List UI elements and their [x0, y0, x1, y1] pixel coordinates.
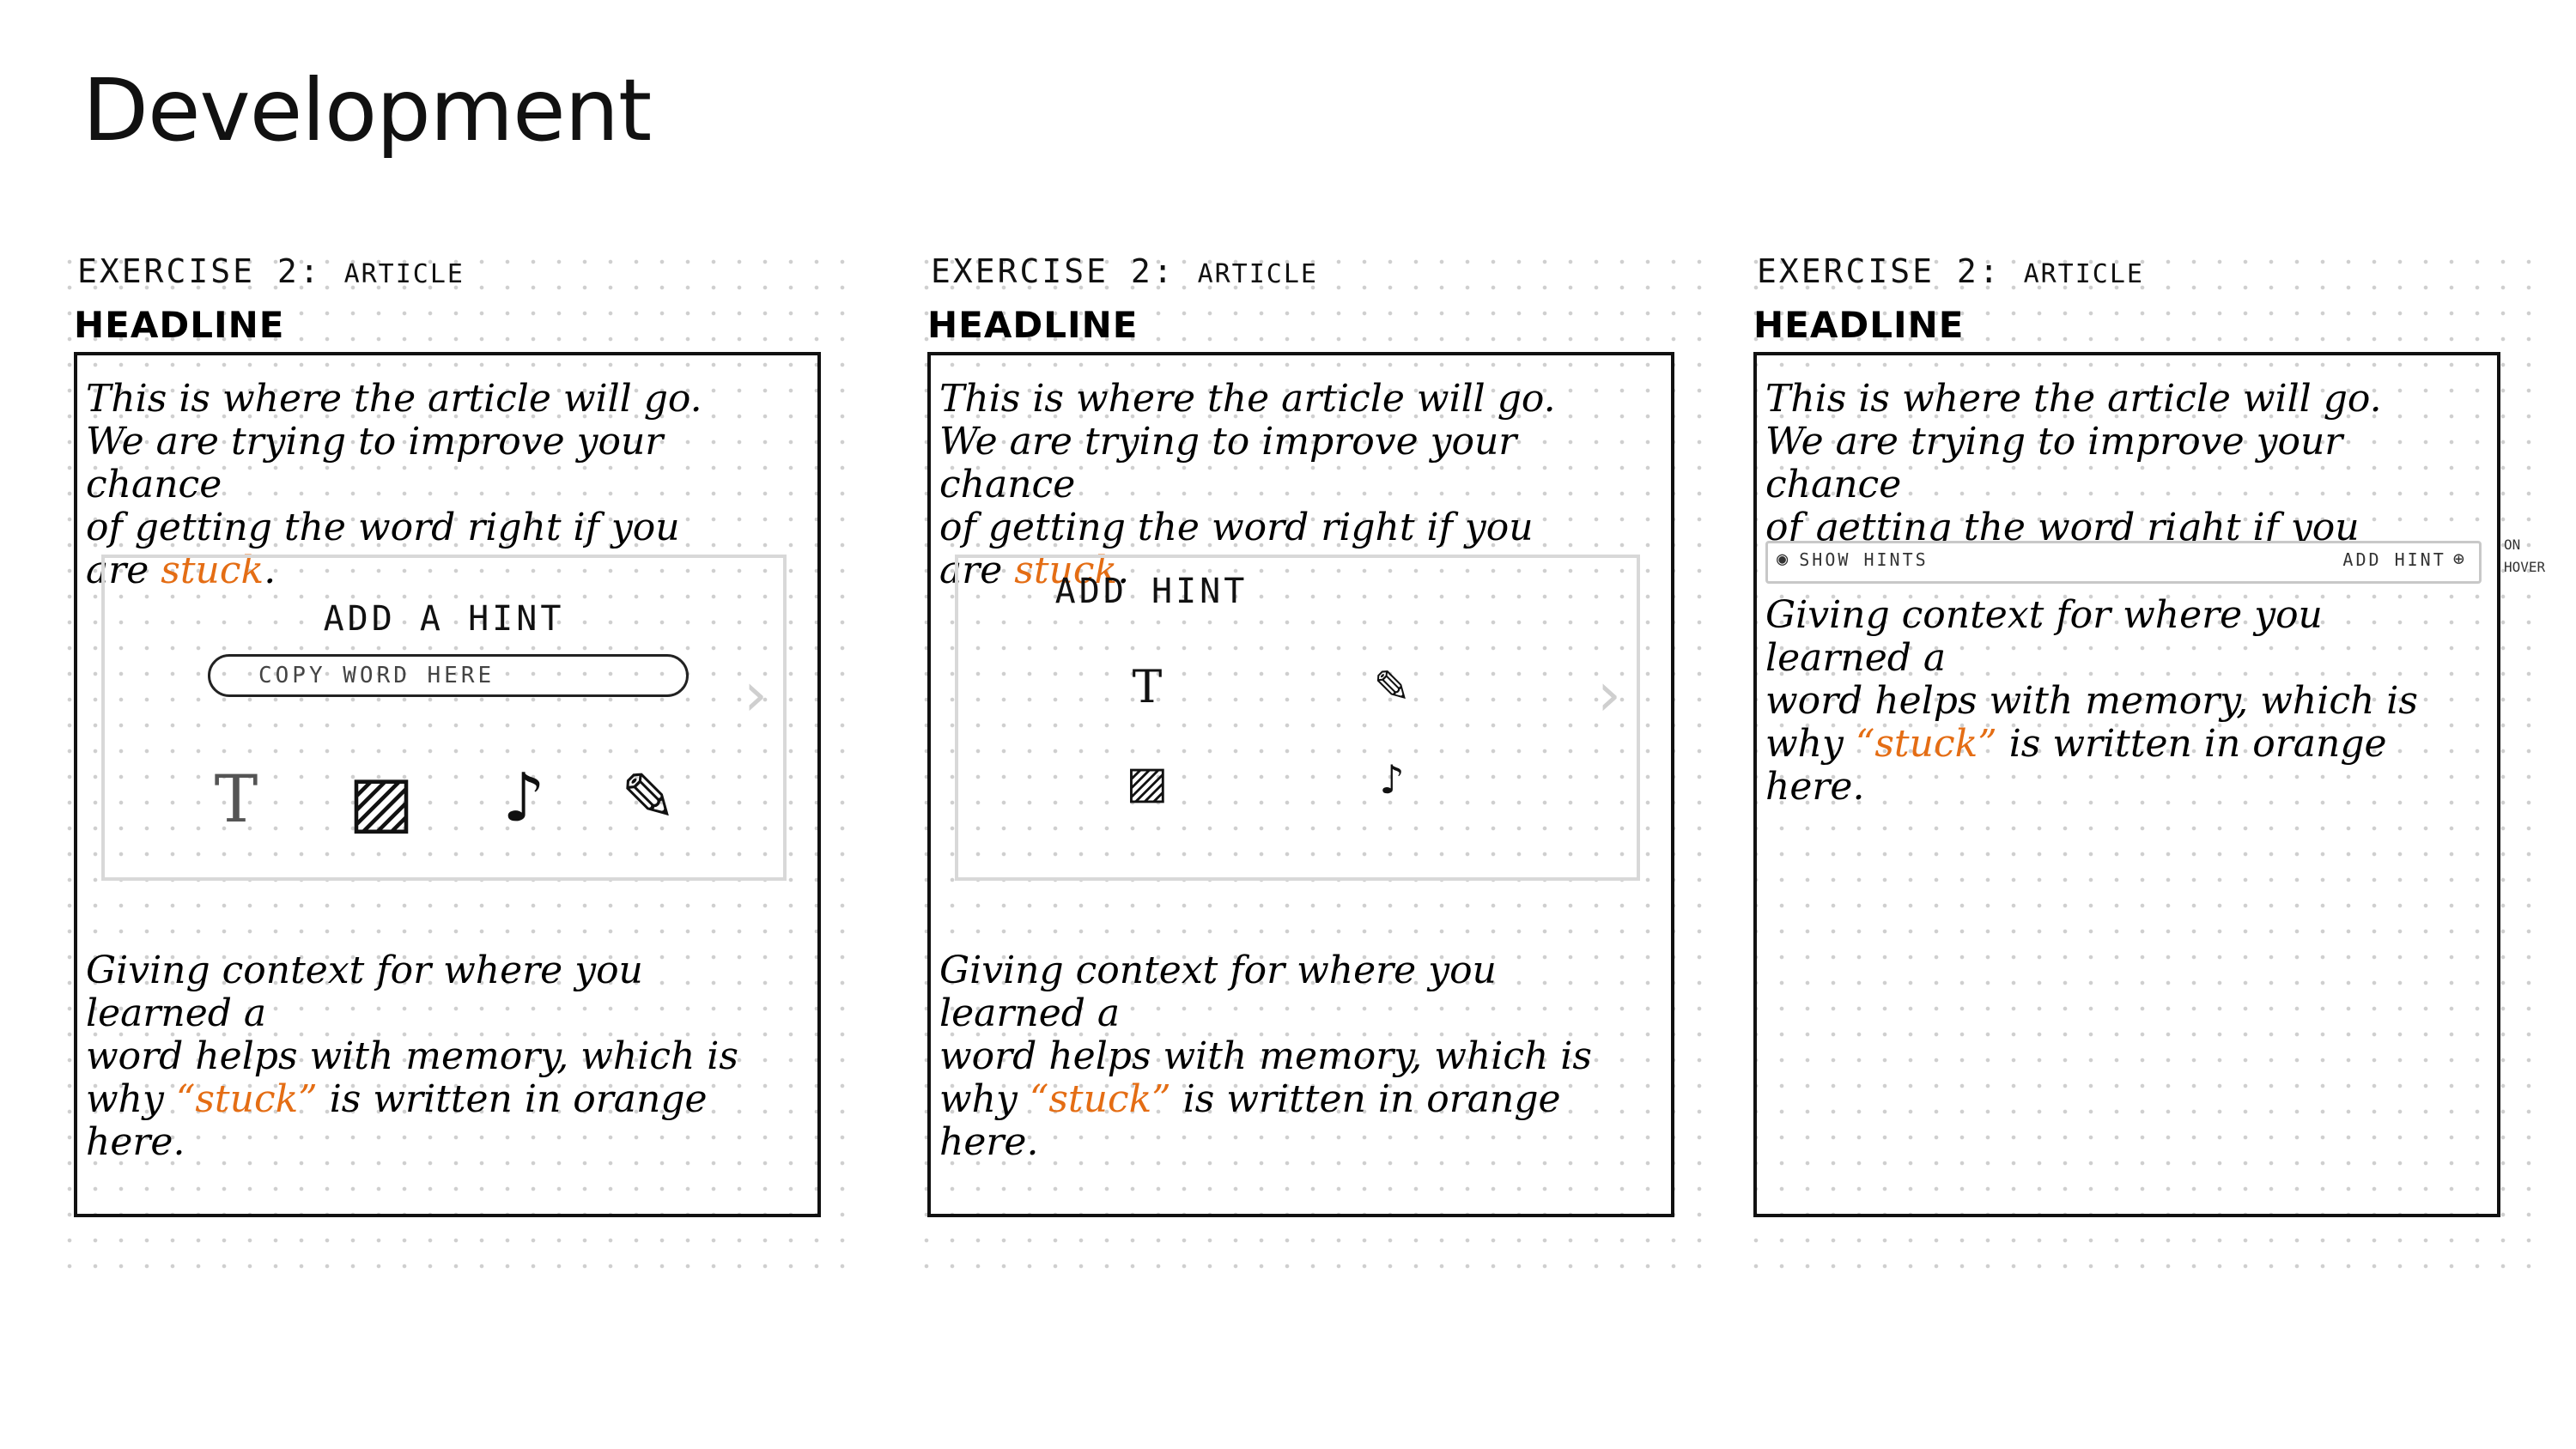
text-hint-icon[interactable]: T	[206, 761, 266, 837]
show-hints-label: SHOW HINTS	[1799, 549, 1929, 570]
context-text: Giving context for where you learned a w…	[939, 949, 1652, 1164]
exercise-type: ARTICLE	[343, 259, 465, 289]
context-line: Giving context for where you learned a	[86, 949, 643, 1035]
context-line: here.	[86, 1120, 185, 1164]
exercise-type: ARTICLE	[1197, 259, 1318, 289]
next-chevron-icon[interactable]: ›	[744, 659, 768, 730]
plus-circle-icon: ⊕	[2452, 549, 2467, 570]
context-line: Giving context for where you learned a	[1765, 593, 2323, 680]
article-line: We are trying to improve your chance	[1765, 420, 2343, 506]
context-line: is written in orange	[1996, 722, 2387, 766]
on-hover-annotation: ON HOVER	[2504, 534, 2564, 579]
add-hint-panel: ADD HINT T ✎ ▨ ♪	[955, 555, 1640, 881]
page-title: Development	[82, 60, 652, 161]
audio-hint-icon[interactable]: ♪	[498, 760, 550, 837]
add-hint-title: ADD A HINT	[323, 599, 565, 639]
draw-hint-icon[interactable]: ✎	[1362, 658, 1422, 718]
article-line: We are trying to improve your chance	[939, 420, 1517, 506]
headline: HEADLINE	[1753, 304, 1965, 346]
exercise-title: EXERCISE 2: ARTICLE	[1757, 252, 2144, 290]
article-line: of getting the word right if you	[939, 506, 1534, 549]
headline: HEADLINE	[927, 304, 1139, 346]
context-line: here.	[1765, 765, 1865, 809]
context-line: Giving context for where you learned a	[939, 949, 1497, 1035]
exercise-title: EXERCISE 2: ARTICLE	[77, 252, 465, 290]
exercise-type: ARTICLE	[2023, 259, 2144, 289]
annotation-line: HOVER	[2504, 559, 2546, 575]
copy-word-input[interactable]	[208, 654, 689, 697]
quoted-word: “stuck”	[175, 1077, 318, 1121]
article-frame: This is where the article will go. We ar…	[74, 352, 821, 1217]
article-frame: This is where the article will go. We ar…	[1753, 352, 2500, 1217]
context-text: Giving context for where you learned a w…	[86, 949, 799, 1164]
quoted-word: “stuck”	[1029, 1077, 1171, 1121]
image-hint-icon[interactable]: ▨	[347, 761, 416, 842]
quoted-word: “stuck”	[1855, 722, 1997, 766]
add-hint-title: ADD HINT	[1054, 572, 1249, 611]
context-text: Giving context for where you learned a w…	[1765, 594, 2478, 809]
annotation-line: ON	[2504, 537, 2521, 553]
image-hint-icon[interactable]: ▨	[1121, 757, 1173, 809]
article-line: This is where the article will go.	[86, 377, 702, 421]
context-line: here.	[939, 1120, 1039, 1164]
hint-toolbar: ◉ SHOW HINTS ADD HINT ⊕	[1765, 541, 2482, 584]
article-line: of getting the word right if you	[86, 506, 680, 549]
article-line: This is where the article will go.	[1765, 377, 2382, 421]
context-line: why	[86, 1077, 176, 1121]
exercise-number: EXERCISE 2:	[931, 252, 1176, 290]
add-hint-panel: ADD A HINT T ▨ ♪ ✎	[101, 555, 787, 881]
article-line: This is where the article will go.	[939, 377, 1556, 421]
audio-hint-icon[interactable]: ♪	[1370, 754, 1413, 805]
context-line: word helps with memory, which is	[86, 1034, 738, 1078]
next-chevron-icon[interactable]: ›	[1597, 659, 1621, 730]
exercise-number: EXERCISE 2:	[1757, 252, 2002, 290]
add-hint-label: ADD HINT	[2342, 549, 2446, 570]
draw-hint-icon[interactable]: ✎	[610, 760, 687, 837]
eye-icon: ◉	[1777, 549, 1791, 570]
article-line: We are trying to improve your chance	[86, 420, 664, 506]
context-line: is written in orange	[317, 1077, 708, 1121]
context-line: is written in orange	[1170, 1077, 1561, 1121]
text-hint-icon[interactable]: T	[1121, 658, 1173, 718]
add-hint-button[interactable]: ADD HINT ⊕	[2342, 549, 2467, 570]
exercise-title: EXERCISE 2: ARTICLE	[931, 252, 1318, 290]
article-frame: This is where the article will go. We ar…	[927, 352, 1674, 1217]
context-line: why	[939, 1077, 1030, 1121]
context-line: word helps with memory, which is	[1765, 679, 2418, 723]
show-hints-button[interactable]: ◉ SHOW HINTS	[1777, 549, 1929, 570]
exercise-number: EXERCISE 2:	[77, 252, 322, 290]
context-line: word helps with memory, which is	[939, 1034, 1592, 1078]
headline: HEADLINE	[74, 304, 285, 346]
context-line: why	[1765, 722, 1856, 766]
